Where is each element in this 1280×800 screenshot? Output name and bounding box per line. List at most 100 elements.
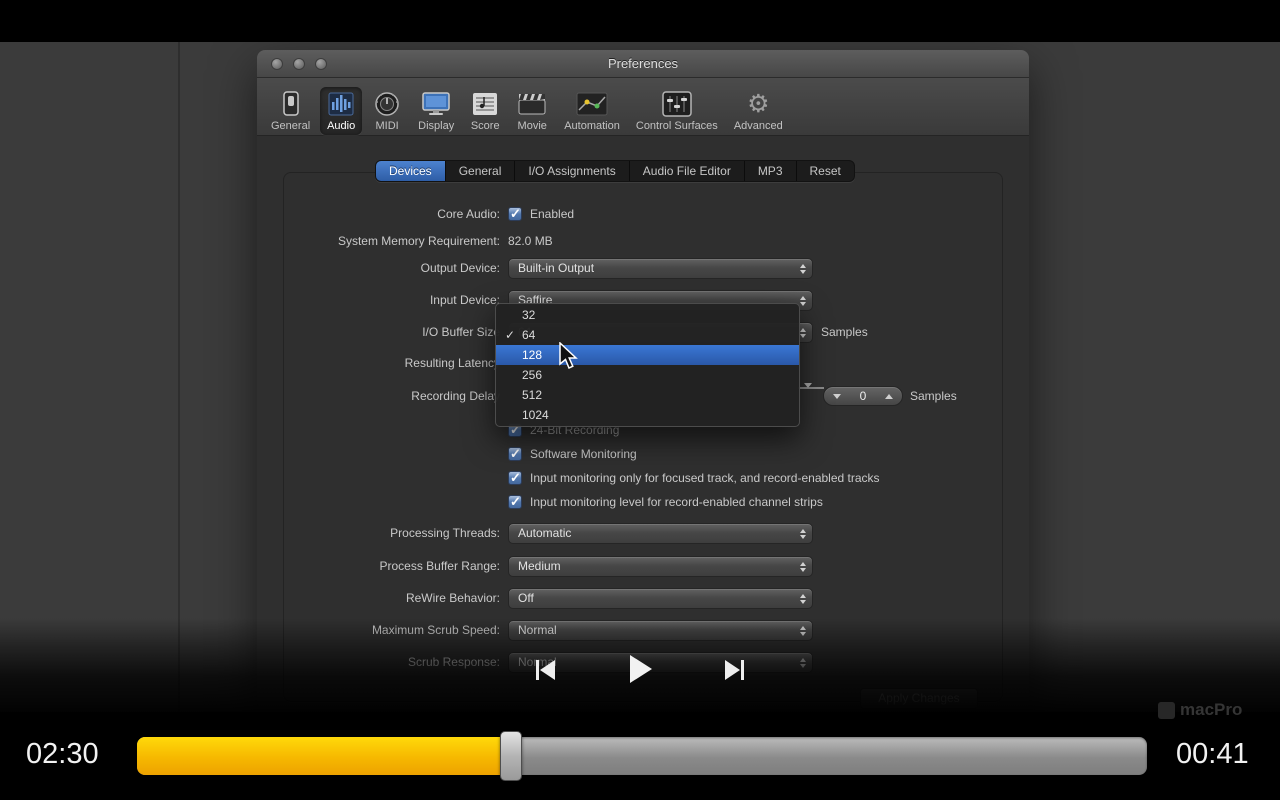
audio-icon — [326, 89, 356, 119]
control-surfaces-icon — [660, 89, 694, 119]
tab-audio-file-editor[interactable]: Audio File Editor — [630, 161, 745, 181]
score-icon — [470, 89, 500, 119]
video-player-frame: Preferences General Audio — [0, 0, 1280, 800]
elapsed-time: 02:30 — [26, 738, 126, 771]
preferences-toolbar: General Audio MIDI — [257, 78, 1029, 136]
recording-delay-unit: Samples — [910, 386, 957, 406]
toolbar-item-midi[interactable]: MIDI — [366, 87, 408, 135]
toolbar-item-general[interactable]: General — [265, 87, 316, 135]
toolbar-label: Control Surfaces — [636, 120, 718, 132]
toolbar-item-movie[interactable]: Movie — [510, 87, 554, 135]
popup-arrows-icon — [800, 562, 806, 572]
stepper-decrement-icon[interactable] — [833, 394, 841, 399]
toolbar-label: General — [271, 120, 310, 132]
tab-mp3[interactable]: MP3 — [745, 161, 797, 181]
toolbar-label: MIDI — [376, 120, 399, 132]
input-monitoring-focused-checkbox[interactable] — [508, 471, 522, 485]
skip-back-icon — [532, 657, 558, 683]
watermark-text: macPro — [1180, 700, 1242, 720]
menu-item-1024[interactable]: ✓1024 — [496, 405, 799, 425]
rewire-behavior-popup[interactable]: Off — [508, 588, 813, 609]
popup-arrows-icon — [800, 328, 806, 338]
gear-icon: ⚙ — [747, 89, 769, 119]
recording-delay-value: 0 — [860, 389, 867, 403]
popup-arrows-icon — [800, 594, 806, 604]
toolbar-item-automation[interactable]: Automation — [558, 87, 626, 135]
core-audio-value: Enabled — [530, 207, 574, 222]
toolbar-label: Automation — [564, 120, 620, 132]
toolbar-item-control-surfaces[interactable]: Control Surfaces — [630, 87, 724, 135]
processing-threads-label: Processing Threads: — [390, 523, 500, 544]
watermark-logo: macPro — [1158, 700, 1242, 720]
io-buffer-unit: Samples — [821, 322, 868, 342]
toolbar-label: Score — [471, 120, 500, 132]
tab-general[interactable]: General — [446, 161, 516, 181]
general-icon — [276, 89, 306, 119]
stepper-increment-icon[interactable] — [885, 394, 893, 399]
display-icon — [420, 89, 452, 119]
audio-tabs: Devices General I/O Assignments Audio Fi… — [375, 160, 855, 182]
recording-delay-slider-tick — [804, 383, 812, 388]
popup-arrows-icon — [800, 529, 806, 539]
toolbar-item-score[interactable]: Score — [464, 87, 506, 135]
window-title: Preferences — [257, 50, 1029, 78]
menu-item-32[interactable]: ✓32 — [496, 305, 799, 325]
rewire-behavior-label: ReWire Behavior: — [406, 588, 500, 609]
menu-item-64[interactable]: ✓64 — [496, 325, 799, 345]
menu-item-512[interactable]: ✓512 — [496, 385, 799, 405]
output-device-value: Built-in Output — [518, 261, 594, 275]
toolbar-label: Audio — [327, 120, 355, 132]
toolbar-label: Movie — [518, 120, 547, 132]
menu-item-128[interactable]: ✓128 — [496, 345, 799, 365]
recording-delay-label: Recording Delay — [411, 386, 500, 407]
video-frame-divider — [178, 42, 180, 712]
previous-button[interactable] — [532, 657, 558, 688]
process-buffer-range-label: Process Buffer Range: — [379, 556, 500, 577]
seek-handle[interactable] — [500, 731, 522, 781]
processing-threads-popup[interactable]: Automatic — [508, 523, 813, 544]
tab-devices[interactable]: Devices — [376, 161, 446, 181]
remaining-time: 00:41 — [1176, 738, 1276, 771]
toolbar-item-advanced[interactable]: ⚙ Advanced — [728, 87, 789, 135]
process-buffer-range-popup[interactable]: Medium — [508, 556, 813, 577]
watermark-logo-icon — [1158, 702, 1175, 719]
software-monitoring-label: Software Monitoring — [530, 447, 637, 462]
toolbar-label: Advanced — [734, 120, 783, 132]
output-device-label: Output Device: — [421, 258, 500, 279]
core-audio-checkbox[interactable] — [508, 207, 522, 221]
core-audio-label: Core Audio: — [437, 204, 500, 225]
toolbar-item-display[interactable]: Display — [412, 87, 460, 135]
window-titlebar[interactable]: Preferences — [257, 50, 1029, 78]
input-monitoring-level-label: Input monitoring level for record-enable… — [530, 495, 823, 510]
play-button[interactable] — [625, 653, 655, 690]
input-device-label: Input Device: — [430, 290, 500, 311]
midi-icon — [372, 89, 402, 119]
memory-value: 82.0 MB — [508, 231, 553, 252]
output-device-popup[interactable]: Built-in Output — [508, 258, 813, 279]
movie-icon — [516, 89, 548, 119]
recording-delay-stepper[interactable]: 0 — [823, 386, 903, 406]
play-icon — [625, 653, 655, 685]
mouse-cursor — [558, 342, 580, 375]
top-letterbox — [0, 0, 1280, 42]
process-buffer-range-value: Medium — [518, 559, 561, 573]
menu-item-256[interactable]: ✓256 — [496, 365, 799, 385]
skip-forward-icon — [722, 657, 748, 683]
tab-io-assignments[interactable]: I/O Assignments — [515, 161, 629, 181]
memory-label: System Memory Requirement: — [338, 231, 500, 252]
software-monitoring-checkbox[interactable] — [508, 447, 522, 461]
input-monitoring-level-checkbox[interactable] — [508, 495, 522, 509]
preferences-window: Preferences General Audio — [257, 50, 1029, 710]
seek-bar[interactable] — [137, 737, 1147, 775]
resulting-latency-label: Resulting Latency — [405, 353, 500, 374]
toolbar-label: Display — [418, 120, 454, 132]
popup-arrows-icon — [800, 296, 806, 306]
toolbar-item-audio[interactable]: Audio — [320, 87, 362, 135]
processing-threads-value: Automatic — [518, 526, 571, 540]
next-button[interactable] — [722, 657, 748, 688]
seek-bar-fill — [137, 737, 511, 775]
tab-reset[interactable]: Reset — [797, 161, 854, 181]
popup-arrows-icon — [800, 264, 806, 274]
automation-icon — [575, 89, 609, 119]
check-icon: ✓ — [505, 325, 515, 345]
